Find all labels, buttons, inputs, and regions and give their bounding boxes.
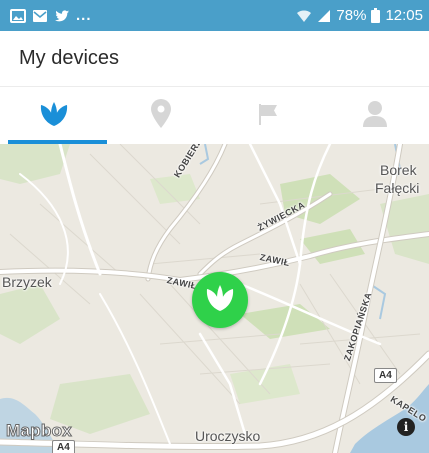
gallery-icon [10, 8, 26, 23]
status-overflow: ... [76, 7, 92, 24]
app-header: My devices [0, 31, 429, 87]
flag-icon [257, 102, 279, 131]
map-label-falecki: Fałęcki [375, 180, 420, 196]
road-shield-a4: A4 [374, 368, 397, 383]
map-label-brzyzek: Brzyzek [2, 274, 52, 290]
map-view[interactable]: Borek Fałęcki Brzyzek Uroczysko KOBIERZY… [0, 144, 429, 453]
battery-percent: 78% [336, 7, 367, 24]
battery-icon [371, 8, 381, 23]
signal-icon [317, 9, 331, 23]
clock: 12:05 [385, 7, 423, 24]
mapbox-logo[interactable]: Mapbox [5, 421, 72, 441]
map-info-button[interactable]: i [397, 418, 415, 436]
page-title: My devices [19, 47, 120, 69]
map-label-borek: Borek [380, 162, 417, 178]
email-icon [32, 9, 48, 23]
person-icon [362, 100, 388, 133]
location-pin-icon [150, 98, 172, 134]
tab-bar [0, 88, 429, 144]
tab-profile[interactable] [322, 88, 429, 144]
tab-locations[interactable] [107, 88, 214, 144]
leaf-icon [37, 101, 71, 132]
status-bar: ... 78% 12:05 [0, 0, 429, 31]
leaf-icon [203, 283, 237, 318]
map-label-uroczysko: Uroczysko [195, 428, 261, 444]
tab-devices[interactable] [0, 88, 108, 144]
twitter-icon [54, 9, 70, 23]
status-indicators: 78% 12:05 [296, 7, 423, 24]
road-shield-a4-bottom: A4 [52, 440, 75, 453]
wifi-icon [296, 9, 312, 23]
notification-icons: ... [10, 7, 92, 24]
device-marker[interactable] [192, 272, 248, 328]
tab-flags[interactable] [215, 88, 322, 144]
